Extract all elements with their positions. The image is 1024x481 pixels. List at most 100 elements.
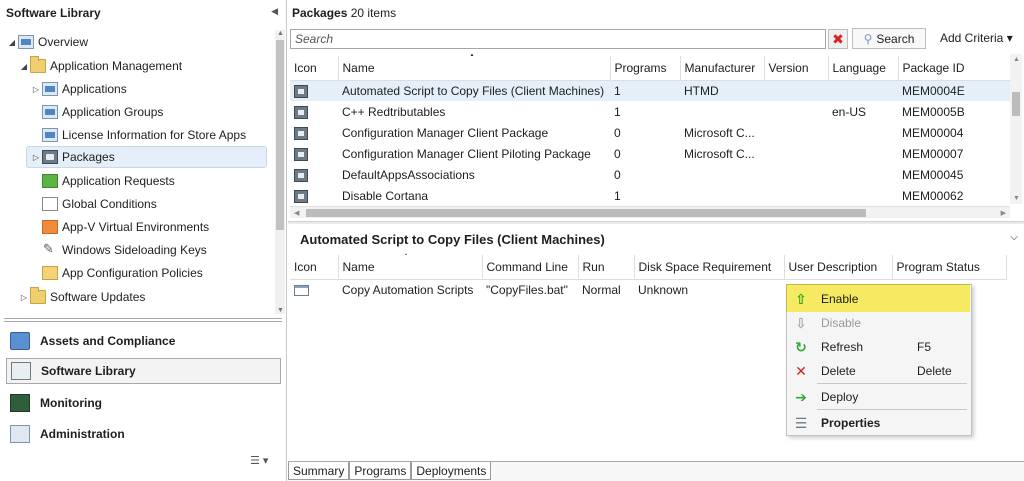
row-name: Configuration Manager Client Piloting Pa… [342,146,591,161]
column-header[interactable]: Run [578,255,635,280]
row-version [764,80,828,101]
menu-item-properties[interactable]: ☰ Properties [787,411,971,435]
scroll-right-icon[interactable]: ▶ [1001,209,1006,217]
tree-item-label: Applications [62,82,127,96]
menu-item-label: Refresh [821,340,864,354]
tree-item-applications[interactable]: ▷ Applications [30,78,127,100]
tree-item-label: Windows Sideloading Keys [62,243,207,257]
workspace-monitoring[interactable]: Monitoring [6,390,281,416]
column-header[interactable]: Program Status [892,255,1007,280]
row-version [764,122,828,143]
menu-item-label: Enable [821,292,859,306]
navigation-pane-title: Software Library [6,6,101,20]
column-header[interactable]: Name [338,56,611,81]
menu-item-delete[interactable]: ✕ Delete Delete [787,359,971,383]
tree-item-application-requests[interactable]: Application Requests [30,170,175,192]
workspace-administration[interactable]: Administration [6,421,281,447]
row-programs: 1 [614,104,621,119]
expand-icon[interactable]: ◢ [18,62,30,71]
scroll-up-icon[interactable]: ▲ [277,30,284,37]
column-header[interactable]: User Description [784,255,893,280]
expand-icon[interactable]: ◢ [6,38,18,47]
chevron-down-icon[interactable]: ⌵ [1010,232,1018,243]
tree-item-software-updates[interactable]: ▷ Software Updates [18,286,145,308]
row-package-id: MEM0005B [902,104,965,119]
collapse-pane-icon[interactable]: ◀ [271,6,278,17]
pane-splitter[interactable] [4,318,282,322]
scroll-up-icon[interactable]: ▲ [1013,56,1020,63]
table-row[interactable]: Disable Cortana 1 MEM00062 [290,185,1010,206]
menu-item-refresh[interactable]: ↻ Refresh F5 [787,335,971,359]
packages-vertical-scrollbar-thumb[interactable] [1012,92,1020,116]
expand-icon[interactable]: ▷ [30,153,42,162]
add-criteria-button[interactable]: Add Criteria ▾ [940,31,1013,45]
tree-scrollbar[interactable]: ▲ ▼ [275,30,285,314]
column-header[interactable]: Language [828,56,899,81]
row-icon-cell [290,185,338,206]
tab-summary[interactable]: Summary [288,462,350,480]
packages-horizontal-scrollbar-thumb[interactable] [306,209,866,217]
tree-scrollbar-thumb[interactable] [276,40,284,230]
enable-icon: ⇧ [795,290,807,307]
menu-item-deploy[interactable]: ➔ Deploy [787,385,971,409]
clear-search-button[interactable]: ✖ [828,29,848,49]
tree-item-global-conditions[interactable]: Global Conditions [30,193,157,215]
folder-icon [30,287,46,304]
scroll-down-icon[interactable]: ▼ [277,307,284,314]
scroll-left-icon[interactable]: ◀ [294,209,299,217]
search-button-label: Search [876,31,915,46]
expand-icon[interactable]: ▷ [18,293,30,302]
column-header[interactable]: Version [764,56,829,81]
scroll-down-icon[interactable]: ▼ [1013,195,1020,202]
tree-item-license-information[interactable]: License Information for Store Apps [30,124,246,146]
tree-item-appv-environments[interactable]: App-V Virtual Environments [30,216,209,238]
menu-item-label: Properties [821,416,881,430]
column-header[interactable]: Name [338,255,483,280]
row-name: Disable Cortana [342,188,429,203]
details-title: Automated Script to Copy Files (Client M… [300,232,605,247]
packages-vertical-scrollbar[interactable]: ▲ ▼ [1010,54,1022,204]
column-header[interactable]: Manufacturer [680,56,765,81]
workspace-label: Assets and Compliance [40,334,176,348]
tree-item-app-configuration-policies[interactable]: App Configuration Policies [30,262,203,284]
workspace-assets-and-compliance[interactable]: Assets and Compliance [6,328,281,354]
packages-horizontal-scrollbar[interactable]: ◀ ▶ [290,206,1010,218]
tab-programs[interactable]: Programs [349,462,412,480]
properties-icon: ☰ [794,414,808,431]
tree-item-label: License Information for Store Apps [62,128,247,142]
application-requests-icon [42,174,58,188]
tree-item-sideloading-keys[interactable]: Windows Sideloading Keys [30,239,207,261]
table-row[interactable]: Automated Script to Copy Files (Client M… [290,80,1010,101]
tab-deployments[interactable]: Deployments [411,462,492,480]
column-header[interactable]: Icon [290,56,339,81]
tree-item-packages[interactable]: ▷ Packages [26,146,267,168]
expand-icon[interactable]: ▷ [30,85,42,94]
menu-item-enable[interactable]: ⇧ Enable [787,287,971,311]
tree-item-label: App-V Virtual Environments [62,220,210,234]
row-programs: 0 [614,167,621,182]
table-row[interactable]: C++ Redtributables 1 en-US MEM0005B [290,101,1010,122]
tree-item-application-groups[interactable]: Application Groups [30,101,163,123]
row-programs: 1 [610,80,680,101]
configure-buttons-icon[interactable]: ☰ ▾ [250,454,268,467]
workspace-software-library[interactable]: Software Library [6,358,281,384]
menu-item-disable[interactable]: ⇩ Disable [787,311,971,335]
column-header[interactable]: Programs [610,56,681,81]
search-input[interactable]: Search [290,29,826,49]
row-package-id: MEM00004 [902,125,964,140]
table-row[interactable]: Configuration Manager Client Piloting Pa… [290,143,1010,164]
search-button[interactable]: ⚲ Search [852,28,926,49]
table-row[interactable]: Configuration Manager Client Package 0 M… [290,122,1010,143]
column-header[interactable]: Icon [290,255,339,280]
column-header[interactable]: Package ID [898,56,1011,81]
table-row[interactable]: DefaultAppsAssociations 0 MEM00045 [290,164,1010,185]
column-header[interactable]: Command Line [482,255,579,280]
tree-item-application-management[interactable]: ◢ Application Management [18,55,182,77]
row-programs: 1 [614,188,621,203]
row-package-id: MEM0004E [898,80,1010,101]
tree-item-overview[interactable]: ◢ Overview [6,31,88,53]
details-splitter[interactable] [288,221,1024,224]
package-icon [294,105,308,119]
results-count: 20 items [350,6,397,20]
column-header[interactable]: Disk Space Requirement [634,255,785,280]
